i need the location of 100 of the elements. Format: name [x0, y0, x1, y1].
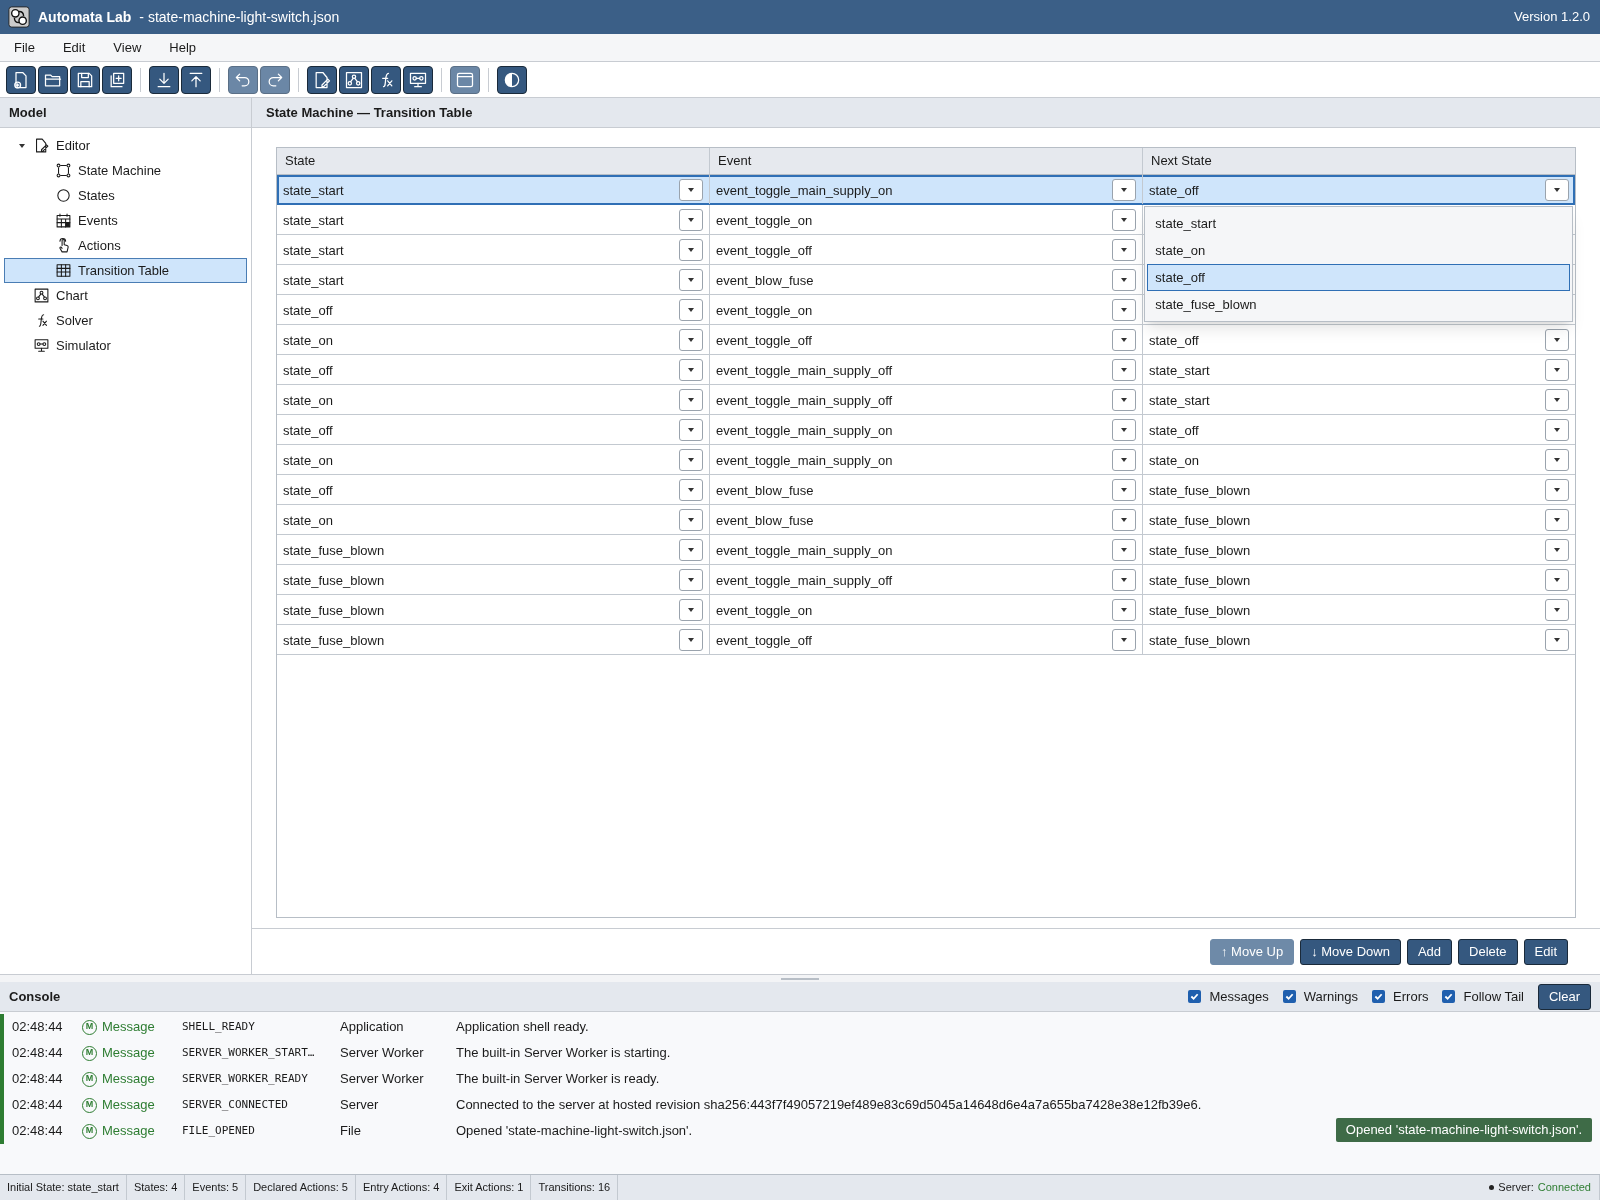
toolbar-button[interactable]	[102, 65, 132, 94]
table-row[interactable]: state_on event_toggle_main_supply_on state_on	[277, 445, 1575, 475]
dropdown-button[interactable]	[1112, 628, 1136, 651]
version-label: Version 1.2.0	[1514, 8, 1590, 27]
action-button[interactable]: Add	[1406, 938, 1452, 965]
table-row[interactable]: state_off event_toggle_main_supply_off state_start	[277, 355, 1575, 385]
table-row[interactable]: state_fuse_blown event_toggle_main_supply_off state_fuse_blown	[277, 565, 1575, 595]
dropdown-option[interactable]: state_on	[1147, 237, 1570, 264]
dropdown-button[interactable]	[1112, 388, 1136, 411]
table-row[interactable]: state_fuse_blown event_toggle_on state_fuse_blown	[277, 595, 1575, 625]
dropdown-button[interactable]	[1545, 508, 1569, 531]
dropdown-button[interactable]	[1545, 358, 1569, 381]
dropdown-button[interactable]	[679, 568, 703, 591]
table-row[interactable]: state_on event_toggle_main_supply_off state_start	[277, 385, 1575, 415]
dropdown-button[interactable]	[679, 328, 703, 351]
dropdown-button[interactable]	[679, 268, 703, 291]
toolbar-button[interactable]	[181, 65, 211, 94]
dropdown-button[interactable]	[679, 538, 703, 561]
dropdown-button[interactable]	[1545, 628, 1569, 651]
dropdown-button[interactable]	[679, 388, 703, 411]
tree-item[interactable]: Transition Table	[4, 258, 247, 283]
log-code: SERVER_WORKER_READY	[182, 1070, 309, 1087]
dropdown-button[interactable]	[679, 418, 703, 441]
action-button[interactable]: Delete	[1458, 938, 1518, 965]
dropdown-option[interactable]: state_off	[1147, 264, 1570, 291]
dropdown-button[interactable]	[679, 478, 703, 501]
dropdown-button[interactable]	[1112, 478, 1136, 501]
toolbar-button[interactable]	[403, 65, 433, 94]
dropdown-option[interactable]: state_start	[1147, 210, 1570, 237]
checkbox[interactable]	[1188, 990, 1202, 1003]
dropdown-button[interactable]	[679, 298, 703, 321]
dropdown-button[interactable]	[1112, 358, 1136, 381]
tree-item[interactable]: Simulator	[4, 333, 247, 358]
checkbox[interactable]	[1372, 990, 1386, 1003]
dropdown-button[interactable]	[1112, 208, 1136, 231]
dropdown-button[interactable]	[679, 358, 703, 381]
dropdown-button[interactable]	[1545, 418, 1569, 441]
dropdown-button[interactable]	[1112, 298, 1136, 321]
tree-item[interactable]: Events	[4, 208, 247, 233]
log-message: Application shell ready.	[456, 1018, 589, 1037]
dropdown-button[interactable]	[679, 178, 703, 201]
dropdown-button[interactable]	[679, 448, 703, 471]
dropdown-button[interactable]	[1545, 328, 1569, 351]
table-row[interactable]: state_fuse_blown event_toggle_main_supply_on state_fuse_blown	[277, 535, 1575, 565]
tree-item[interactable]: Solver	[4, 308, 247, 333]
tree-item[interactable]: Chart	[4, 283, 247, 308]
table-row[interactable]: state_start event_toggle_main_supply_on state_off	[277, 175, 1575, 205]
table-row[interactable]: state_fuse_blown event_toggle_off state_fuse_blown	[277, 625, 1575, 655]
table-row[interactable]: state_on event_toggle_off state_off	[277, 325, 1575, 355]
caret-icon[interactable]	[19, 142, 25, 149]
dropdown-button[interactable]	[1112, 178, 1136, 201]
caret-icon	[1554, 607, 1560, 612]
checkbox[interactable]	[1282, 990, 1296, 1003]
dropdown-button[interactable]	[1545, 568, 1569, 591]
dropdown-button[interactable]	[1545, 388, 1569, 411]
dropdown-button[interactable]	[1112, 448, 1136, 471]
toolbar-button[interactable]	[70, 65, 100, 94]
dropdown-button[interactable]	[1112, 538, 1136, 561]
toolbar-button[interactable]	[497, 65, 527, 94]
dropdown-button[interactable]	[1545, 598, 1569, 621]
action-button[interactable]: Edit	[1523, 938, 1568, 965]
toolbar-button[interactable]	[371, 65, 401, 94]
dropdown-button[interactable]	[1545, 448, 1569, 471]
tree-item[interactable]: State Machine	[4, 158, 247, 183]
toolbar-button[interactable]	[38, 65, 68, 94]
menu-item[interactable]: File	[6, 37, 43, 58]
table-row[interactable]: state_off event_toggle_main_supply_on state_off	[277, 415, 1575, 445]
dropdown-button[interactable]	[1545, 538, 1569, 561]
dropdown-button[interactable]	[1545, 178, 1569, 201]
dropdown-button[interactable]	[1112, 328, 1136, 351]
table-row[interactable]: state_off event_blow_fuse state_fuse_blown	[277, 475, 1575, 505]
dropdown-button[interactable]	[679, 208, 703, 231]
menu-item[interactable]: Edit	[54, 37, 94, 58]
checkbox[interactable]	[1442, 990, 1456, 1003]
dropdown-button[interactable]	[1112, 268, 1136, 291]
dropdown-button[interactable]	[679, 508, 703, 531]
tree-item[interactable]: States	[4, 183, 247, 208]
dropdown-button[interactable]	[1112, 598, 1136, 621]
tree-item[interactable]: Editor	[4, 133, 247, 158]
action-button[interactable]: ↓ Move Down	[1300, 938, 1401, 965]
menu-item[interactable]: View	[105, 37, 150, 58]
tree-item[interactable]: Actions	[4, 233, 247, 258]
toolbar-button[interactable]	[307, 65, 337, 94]
dropdown-button[interactable]	[1545, 478, 1569, 501]
table-row[interactable]: state_on event_blow_fuse state_fuse_blown	[277, 505, 1575, 535]
caret-icon	[1121, 457, 1127, 462]
toolbar-button[interactable]	[339, 65, 369, 94]
dropdown-button[interactable]	[1112, 238, 1136, 261]
menu-item[interactable]: Help	[161, 37, 205, 58]
dropdown-button[interactable]	[1112, 568, 1136, 591]
dropdown-button[interactable]	[679, 598, 703, 621]
dropdown-button[interactable]	[679, 628, 703, 651]
log-source: File	[340, 1122, 362, 1141]
dropdown-button[interactable]	[1112, 508, 1136, 531]
dropdown-button[interactable]	[679, 238, 703, 261]
caret-icon	[688, 397, 694, 402]
dropdown-button[interactable]	[1112, 418, 1136, 441]
toolbar-button[interactable]	[6, 65, 36, 94]
toolbar-button[interactable]	[149, 65, 179, 94]
clear-button[interactable]: Clear	[1537, 983, 1591, 1010]
